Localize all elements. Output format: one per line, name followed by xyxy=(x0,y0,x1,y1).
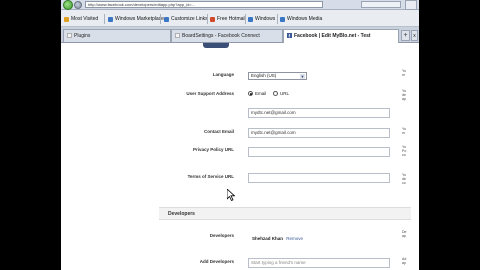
language-value: English (US) xyxy=(251,73,277,78)
bookmark-label: Windows Marketplace xyxy=(115,16,164,22)
bookmark-windows-marketplace[interactable]: Windows Marketplace xyxy=(108,16,164,22)
page-icon xyxy=(67,33,72,38)
support-url-radio[interactable] xyxy=(273,91,278,96)
help-text: Yo m xyxy=(402,69,406,77)
tab-label: BoardSettings - Facebook Connect xyxy=(182,33,260,39)
page-icon xyxy=(175,33,180,38)
developer-entry: Shehzad Khan Remove xyxy=(252,236,303,241)
bookmark-label: Customize Links xyxy=(171,16,208,22)
chevron-down-icon: ▼ xyxy=(300,74,305,79)
new-tab-button[interactable]: + xyxy=(401,30,410,41)
browser-window: http://www.facebook.com/developers/edita… xyxy=(61,0,419,270)
back-button[interactable] xyxy=(63,0,73,10)
close-tab-button[interactable]: x xyxy=(411,30,418,41)
page-content: Language English (US) ▼ User Support Add… xyxy=(61,43,419,270)
tab-plugins[interactable]: Plugins xyxy=(63,29,171,42)
page-icon xyxy=(108,16,113,22)
help-text: Yo Po co xyxy=(402,145,407,157)
support-email-field[interactable]: mydtc.net@gmail.com xyxy=(248,108,390,118)
support-url-radio-label: URL xyxy=(280,91,290,96)
tab-label: Facebook | Edit MyBlo.net - Test xyxy=(294,33,371,39)
tab-bar: Plugins BoardSettings - Facebook Connect… xyxy=(61,27,419,43)
bookmark-customize-links[interactable]: Customize Links xyxy=(164,16,208,22)
search-box[interactable] xyxy=(361,1,401,8)
developers-section-header: Developers xyxy=(159,207,411,220)
support-email-radio[interactable] xyxy=(248,91,253,96)
divider xyxy=(104,14,105,24)
help-text: Yo de co xyxy=(402,173,406,185)
language-label: Language xyxy=(212,72,234,77)
page-icon xyxy=(280,16,285,22)
add-developers-label: Add Developers xyxy=(199,259,234,264)
support-address-label: User Support Address xyxy=(186,91,234,96)
tab-facebook-edit[interactable]: f Facebook | Edit MyBlo.net - Test xyxy=(283,29,399,43)
tab-label: Plugins xyxy=(74,33,91,39)
divider xyxy=(277,14,278,24)
support-email-radio-label: Email xyxy=(255,91,267,96)
bookmark-windows-media[interactable]: Windows Media xyxy=(280,16,322,22)
help-text: Yo m xyxy=(402,127,406,135)
help-text: Ad ap xyxy=(402,257,407,265)
privacy-policy-field[interactable] xyxy=(248,147,390,157)
mouse-cursor-icon xyxy=(227,189,235,201)
divider xyxy=(160,14,161,24)
terms-of-service-field[interactable] xyxy=(248,173,390,183)
remove-developer-link[interactable]: Remove xyxy=(286,236,303,241)
bookmark-free-hotmail[interactable]: Free Hotmail xyxy=(210,16,246,22)
facebook-icon: f xyxy=(287,33,292,38)
help-text: De ap xyxy=(402,230,407,238)
url-input[interactable]: http://www.facebook.com/developers/edita… xyxy=(85,1,323,8)
bookmark-windows[interactable]: Windows xyxy=(248,16,275,22)
forward-button[interactable] xyxy=(74,1,82,9)
app-logo xyxy=(203,43,229,48)
divider xyxy=(245,14,246,24)
privacy-policy-label: Privacy Policy URL xyxy=(192,147,234,152)
contact-email-label: Contact Email xyxy=(203,129,234,134)
go-button[interactable] xyxy=(405,0,417,10)
star-icon xyxy=(64,16,69,22)
developer-name: Shehzad Khan xyxy=(252,236,284,241)
add-developers-input[interactable]: Start typing a friend's name xyxy=(248,258,390,268)
tab-board-settings[interactable]: BoardSettings - Facebook Connect xyxy=(171,29,283,42)
bookmark-most-visited[interactable]: Most Visited xyxy=(64,16,98,22)
divider xyxy=(207,14,208,24)
developers-label: Developers xyxy=(209,233,234,238)
section-title: Developers xyxy=(168,211,195,217)
bookmarks-bar: Most Visited Windows Marketplace Customi… xyxy=(61,10,419,27)
terms-of-service-label: Terms of Service URL xyxy=(187,174,234,179)
bookmark-label: Windows Media xyxy=(287,16,323,22)
bookmark-label: Windows xyxy=(255,16,276,22)
help-text: Yo de ap xyxy=(402,89,406,101)
bookmark-label: Free Hotmail xyxy=(217,16,246,22)
page-icon xyxy=(210,16,215,22)
address-bar: http://www.facebook.com/developers/edita… xyxy=(61,0,419,10)
page-icon xyxy=(164,16,169,22)
page-icon xyxy=(248,16,253,22)
bookmark-label: Most Visited xyxy=(71,16,99,22)
language-select[interactable]: English (US) ▼ xyxy=(248,72,307,80)
contact-email-field[interactable]: mydtc.net@gmail.com xyxy=(248,128,390,138)
